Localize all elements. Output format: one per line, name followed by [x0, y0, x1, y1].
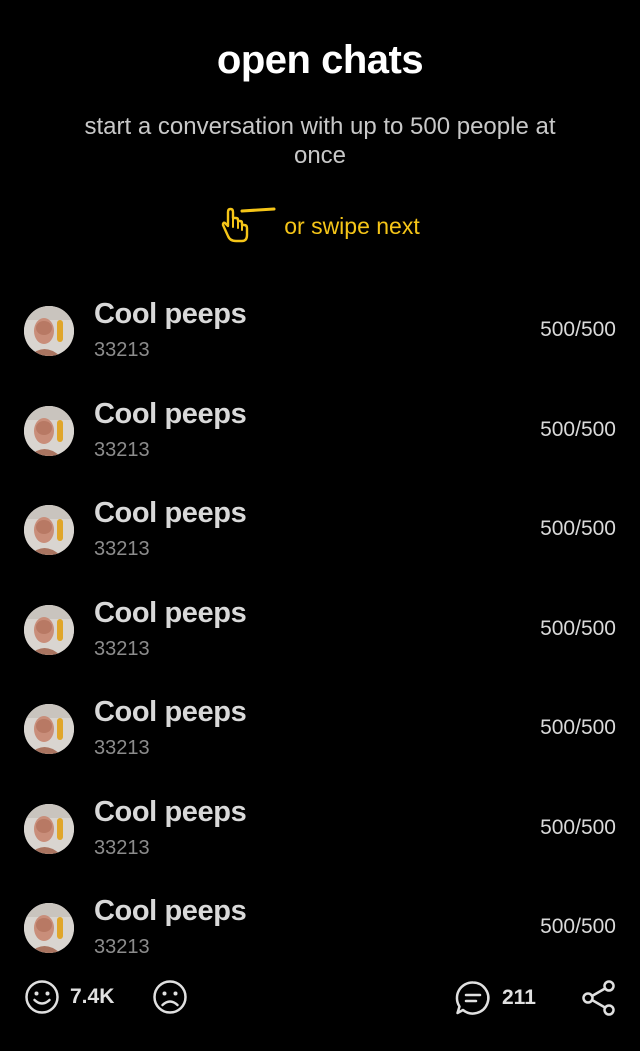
comment-icon — [455, 981, 490, 1015]
chat-list: Cool peeps 33213 500/500 Cool peeps 3321… — [0, 286, 640, 983]
chat-row[interactable]: Cool peeps 33213 500/500 — [0, 883, 640, 983]
page-subtitle: start a conversation with up to 500 peop… — [84, 113, 556, 169]
avatar — [24, 405, 74, 456]
dislike-button[interactable] — [152, 979, 188, 1015]
chat-row[interactable]: Cool peeps 33213 500/500 — [0, 386, 640, 486]
chat-row[interactable]: Cool peeps 33213 500/500 — [0, 784, 640, 884]
chat-id: 33213 — [94, 836, 150, 859]
swipe-hand-icon — [222, 207, 276, 243]
chat-row[interactable]: Cool peeps 33213 500/500 — [0, 684, 640, 784]
avatar — [24, 505, 74, 555]
chat-name: Cool peeps — [94, 298, 247, 330]
chat-id: 33213 — [94, 936, 150, 958]
chat-name: Cool peeps — [94, 397, 247, 430]
swipe-hint-text: or swipe next — [284, 212, 420, 239]
share-icon — [582, 980, 615, 1016]
sad-face-icon — [153, 980, 187, 1014]
member-count: 500/500 — [540, 915, 616, 938]
chat-row[interactable]: Cool peeps 33213 500/500 — [0, 286, 640, 386]
chat-name: Cool peeps — [94, 696, 247, 728]
member-count: 500/500 — [540, 517, 616, 540]
chat-name: Cool peeps — [94, 795, 247, 828]
chat-id: 33213 — [94, 538, 150, 560]
swipe-hint[interactable]: or swipe next — [0, 206, 640, 246]
page-title: open chats — [216, 38, 424, 82]
avatar — [24, 803, 74, 854]
chat-name: Cool peeps — [94, 596, 247, 629]
chat-id: 33213 — [94, 339, 150, 361]
chat-row[interactable]: Cool peeps 33213 500/500 — [0, 485, 640, 585]
comments-button[interactable]: 211 — [454, 979, 536, 1017]
smile-icon — [25, 980, 59, 1014]
share-button[interactable] — [580, 979, 618, 1017]
avatar — [24, 604, 74, 655]
avatar — [24, 306, 74, 356]
member-count: 500/500 — [540, 815, 616, 839]
like-button[interactable]: 7.4K — [24, 979, 114, 1015]
like-count: 7.4K — [70, 985, 115, 1008]
member-count: 500/500 — [540, 616, 616, 640]
member-count: 500/500 — [540, 716, 616, 739]
member-count: 500/500 — [540, 417, 616, 441]
avatar — [24, 704, 74, 754]
member-count: 500/500 — [540, 318, 616, 341]
chat-name: Cool peeps — [94, 895, 247, 927]
chat-name: Cool peeps — [94, 497, 247, 529]
chat-id: 33213 — [94, 737, 150, 759]
comment-count: 211 — [502, 986, 536, 1009]
chat-id: 33213 — [94, 438, 150, 461]
avatar — [24, 903, 74, 953]
chat-id: 33213 — [94, 637, 150, 660]
chat-row[interactable]: Cool peeps 33213 500/500 — [0, 585, 640, 685]
bottom-bar: 7.4K 211 — [0, 975, 640, 1025]
